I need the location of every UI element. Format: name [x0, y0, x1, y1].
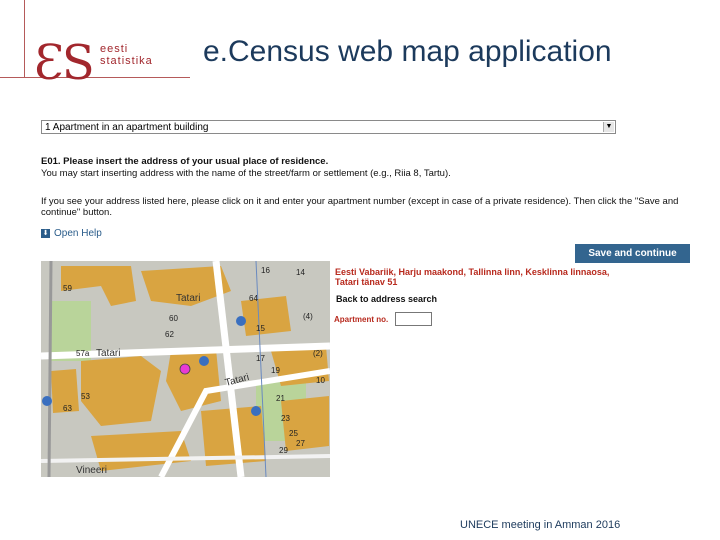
selected-location-marker [179, 363, 191, 375]
house-number: 21 [276, 394, 285, 403]
house-number: 14 [296, 268, 305, 277]
house-number: 57a [76, 349, 90, 358]
logo-line-1: eesti [100, 43, 129, 55]
house-number: 19 [271, 366, 280, 375]
question-title: E01. Please insert the address of your u… [41, 156, 329, 167]
house-number: 60 [169, 314, 178, 323]
open-help-link[interactable]: ⬇ Open Help [41, 228, 102, 239]
street-label: Tatari [96, 348, 120, 359]
chevron-down-icon[interactable]: ▼ [603, 122, 614, 132]
house-number: 62 [165, 330, 174, 339]
frame-vertical-line [24, 0, 25, 78]
house-number: 53 [81, 392, 90, 401]
address-result-link[interactable]: Eesti Vabariik, Harju maakond, Tallinna … [335, 267, 625, 287]
instruction-text: If you see your address listed here, ple… [41, 196, 679, 218]
logo-line-2: statistika [100, 55, 153, 67]
house-number: 15 [256, 324, 265, 333]
house-number: (4) [303, 312, 313, 321]
house-number: (2) [313, 349, 323, 358]
dwelling-type-select[interactable]: 1 Apartment in an apartment building ▼ [41, 120, 616, 134]
house-number: 27 [296, 439, 305, 448]
house-number: 59 [63, 284, 72, 293]
page-title: e.Census web map application [203, 35, 612, 68]
question-hint: You may start inserting address with the… [41, 168, 451, 179]
logo-text: eesti statistika [100, 43, 153, 67]
house-number: 29 [279, 446, 288, 455]
address-map[interactable]: Tatari Tatari Vineeri Tatari 16 14 59 60… [41, 261, 330, 477]
apartment-number-input[interactable] [395, 312, 432, 326]
footer-text: UNECE meeting in Amman 2016 [460, 519, 621, 531]
back-to-search-link[interactable]: Back to address search [336, 294, 437, 304]
house-number: 10 [316, 376, 325, 385]
street-label: Vineeri [76, 465, 107, 476]
house-number: 64 [249, 294, 258, 303]
apartment-label: Apartment no. [334, 315, 389, 324]
house-number: 16 [261, 266, 270, 275]
save-and-continue-button[interactable]: Save and continue [575, 244, 690, 263]
dwelling-type-value: 1 Apartment in an apartment building [45, 122, 209, 133]
help-label: Open Help [54, 228, 102, 239]
house-number: 63 [63, 404, 72, 413]
house-number: 17 [256, 354, 265, 363]
street-label: Tatari [176, 293, 200, 304]
house-number: 25 [289, 429, 298, 438]
house-number: 23 [281, 414, 290, 423]
logo-mark: ƐS [34, 35, 95, 91]
help-arrow-icon: ⬇ [41, 228, 50, 238]
statistics-estonia-logo: ƐS eesti statistika [34, 38, 184, 92]
